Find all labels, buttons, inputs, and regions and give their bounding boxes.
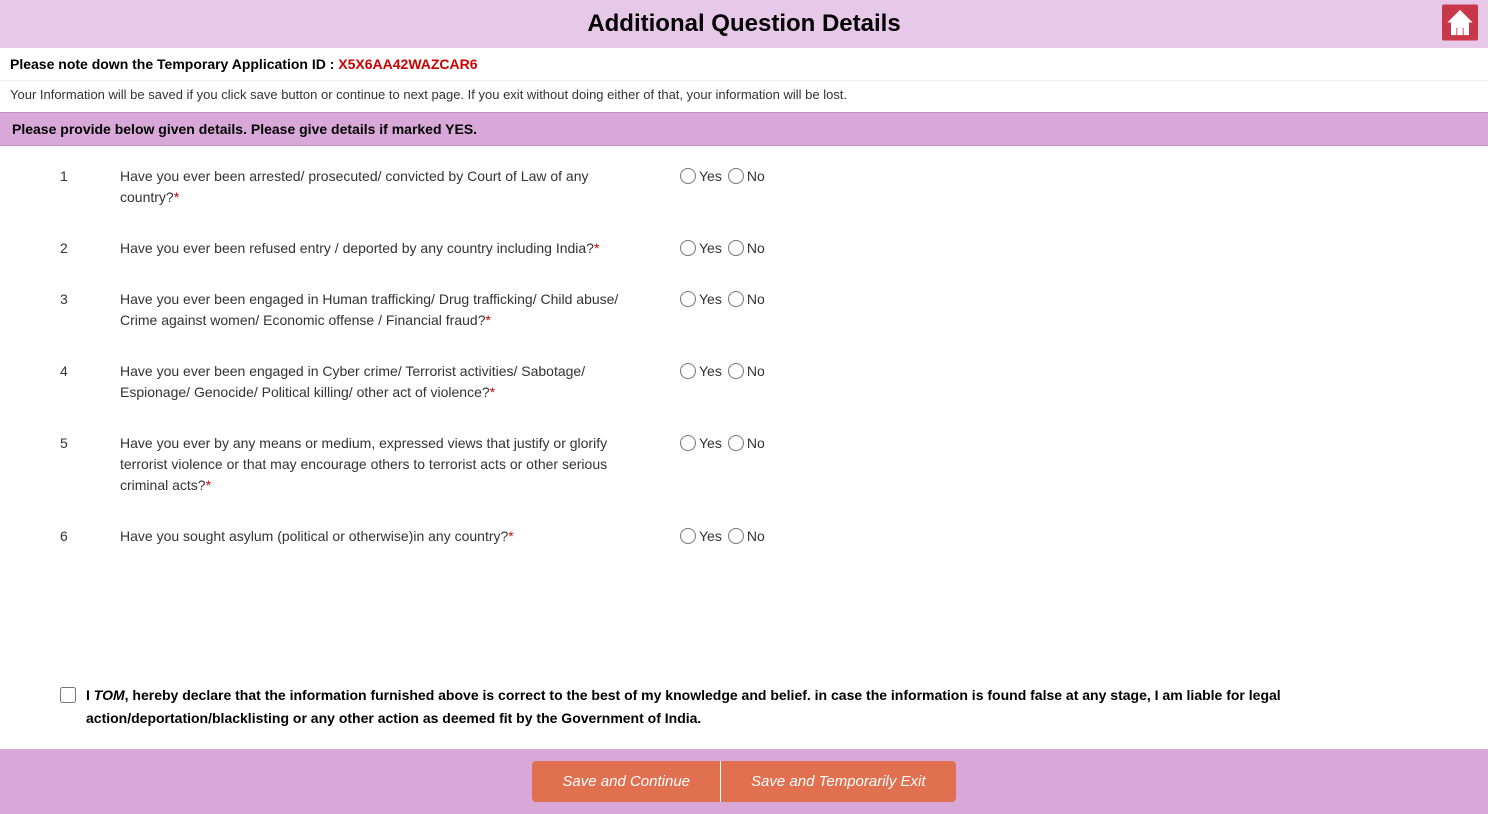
- required-marker-5: *: [206, 477, 211, 493]
- question-num-2: 2: [60, 238, 120, 256]
- radio-no-text-4: No: [747, 363, 765, 379]
- radio-no-label-2[interactable]: No: [728, 240, 765, 256]
- question-row-1: 1 Have you ever been arrested/ prosecute…: [60, 166, 1428, 208]
- question-text-2: Have you ever been refused entry / depor…: [120, 238, 620, 259]
- questions-area: 1 Have you ever been arrested/ prosecute…: [0, 146, 1488, 674]
- radio-yes-label-6[interactable]: Yes: [680, 528, 722, 544]
- radio-no-label-5[interactable]: No: [728, 435, 765, 451]
- radio-yes-label-1[interactable]: Yes: [680, 168, 722, 184]
- radio-no-label-4[interactable]: No: [728, 363, 765, 379]
- radio-yes-3[interactable]: [680, 291, 696, 307]
- radio-yes-1[interactable]: [680, 168, 696, 184]
- required-marker-4: *: [490, 384, 495, 400]
- required-marker-3: *: [485, 312, 490, 328]
- question-row-inner-3: 3 Have you ever been engaged in Human tr…: [60, 289, 1428, 331]
- declaration-text: I TOM, hereby declare that the informati…: [60, 684, 1428, 729]
- question-text-5: Have you ever by any means or medium, ex…: [120, 433, 620, 496]
- app-id-value: X5X6AA42WAZCAR6: [338, 56, 477, 72]
- required-marker-2: *: [594, 240, 599, 256]
- declaration-content: I TOM, hereby declare that the informati…: [86, 684, 1428, 729]
- declaration-name: TOM: [94, 687, 125, 703]
- app-id-bar: Please note down the Temporary Applicati…: [0, 48, 1488, 81]
- question-num-1: 1: [60, 166, 120, 184]
- radio-yes-text-2: Yes: [699, 240, 722, 256]
- radio-no-text-1: No: [747, 168, 765, 184]
- question-num-4: 4: [60, 361, 120, 379]
- radio-yes-label-2[interactable]: Yes: [680, 240, 722, 256]
- radio-yes-text-4: Yes: [699, 363, 722, 379]
- radio-yes-4[interactable]: [680, 363, 696, 379]
- radio-yes-5[interactable]: [680, 435, 696, 451]
- radio-no-text-2: No: [747, 240, 765, 256]
- app-id-label: Please note down the Temporary Applicati…: [10, 56, 334, 72]
- question-num-5: 5: [60, 433, 120, 451]
- radio-no-label-6[interactable]: No: [728, 528, 765, 544]
- radio-group-6: Yes No: [680, 526, 765, 544]
- radio-no-text-5: No: [747, 435, 765, 451]
- question-row-inner-6: 6 Have you sought asylum (political or o…: [60, 526, 1428, 547]
- radio-group-2: Yes No: [680, 238, 765, 256]
- radio-no-4[interactable]: [728, 363, 744, 379]
- radio-group-3: Yes No: [680, 289, 765, 307]
- instruction-bar: Please provide below given details. Plea…: [0, 112, 1488, 146]
- question-row-3: 3 Have you ever been engaged in Human tr…: [60, 289, 1428, 331]
- radio-no-5[interactable]: [728, 435, 744, 451]
- radio-group-5: Yes No: [680, 433, 765, 451]
- declaration-checkbox[interactable]: [60, 687, 76, 703]
- radio-yes-label-4[interactable]: Yes: [680, 363, 722, 379]
- radio-no-label-3[interactable]: No: [728, 291, 765, 307]
- question-text-1: Have you ever been arrested/ prosecuted/…: [120, 166, 620, 208]
- save-exit-button[interactable]: Save and Temporarily Exit: [720, 761, 956, 802]
- radio-no-text-3: No: [747, 291, 765, 307]
- header-bar: Additional Question Details: [0, 0, 1488, 48]
- question-num-3: 3: [60, 289, 120, 307]
- question-row-inner-5: 5 Have you ever by any means or medium, …: [60, 433, 1428, 496]
- page-title: Additional Question Details: [587, 10, 900, 38]
- page-wrapper: Additional Question Details Please note …: [0, 0, 1488, 814]
- question-num-6: 6: [60, 526, 120, 544]
- save-continue-button[interactable]: Save and Continue: [532, 761, 720, 802]
- radio-no-6[interactable]: [728, 528, 744, 544]
- home-icon[interactable]: [1442, 5, 1478, 44]
- question-row-inner-2: 2 Have you ever been refused entry / dep…: [60, 238, 1428, 259]
- radio-group-4: Yes No: [680, 361, 765, 379]
- question-row-5: 5 Have you ever by any means or medium, …: [60, 433, 1428, 496]
- question-text-6: Have you sought asylum (political or oth…: [120, 526, 620, 547]
- question-row-6: 6 Have you sought asylum (political or o…: [60, 526, 1428, 547]
- required-marker-6: *: [508, 528, 513, 544]
- radio-no-text-6: No: [747, 528, 765, 544]
- radio-no-2[interactable]: [728, 240, 744, 256]
- declaration-strong: I TOM, hereby declare that the informati…: [86, 687, 1281, 725]
- radio-yes-text-6: Yes: [699, 528, 722, 544]
- radio-group-1: Yes No: [680, 166, 765, 184]
- question-text-4: Have you ever been engaged in Cyber crim…: [120, 361, 620, 403]
- radio-yes-text-1: Yes: [699, 168, 722, 184]
- radio-no-1[interactable]: [728, 168, 744, 184]
- radio-yes-6[interactable]: [680, 528, 696, 544]
- footer-bar: Save and Continue Save and Temporarily E…: [0, 749, 1488, 814]
- radio-yes-label-5[interactable]: Yes: [680, 435, 722, 451]
- radio-yes-text-3: Yes: [699, 291, 722, 307]
- radio-no-label-1[interactable]: No: [728, 168, 765, 184]
- radio-yes-label-3[interactable]: Yes: [680, 291, 722, 307]
- declaration-area: I TOM, hereby declare that the informati…: [0, 674, 1488, 749]
- question-row-2: 2 Have you ever been refused entry / dep…: [60, 238, 1428, 259]
- radio-yes-2[interactable]: [680, 240, 696, 256]
- radio-no-3[interactable]: [728, 291, 744, 307]
- required-marker-1: *: [174, 189, 179, 205]
- question-row-inner-1: 1 Have you ever been arrested/ prosecute…: [60, 166, 1428, 208]
- info-text: Your Information will be saved if you cl…: [0, 81, 1488, 112]
- question-text-3: Have you ever been engaged in Human traf…: [120, 289, 620, 331]
- radio-yes-text-5: Yes: [699, 435, 722, 451]
- question-row-4: 4 Have you ever been engaged in Cyber cr…: [60, 361, 1428, 403]
- question-row-inner-4: 4 Have you ever been engaged in Cyber cr…: [60, 361, 1428, 403]
